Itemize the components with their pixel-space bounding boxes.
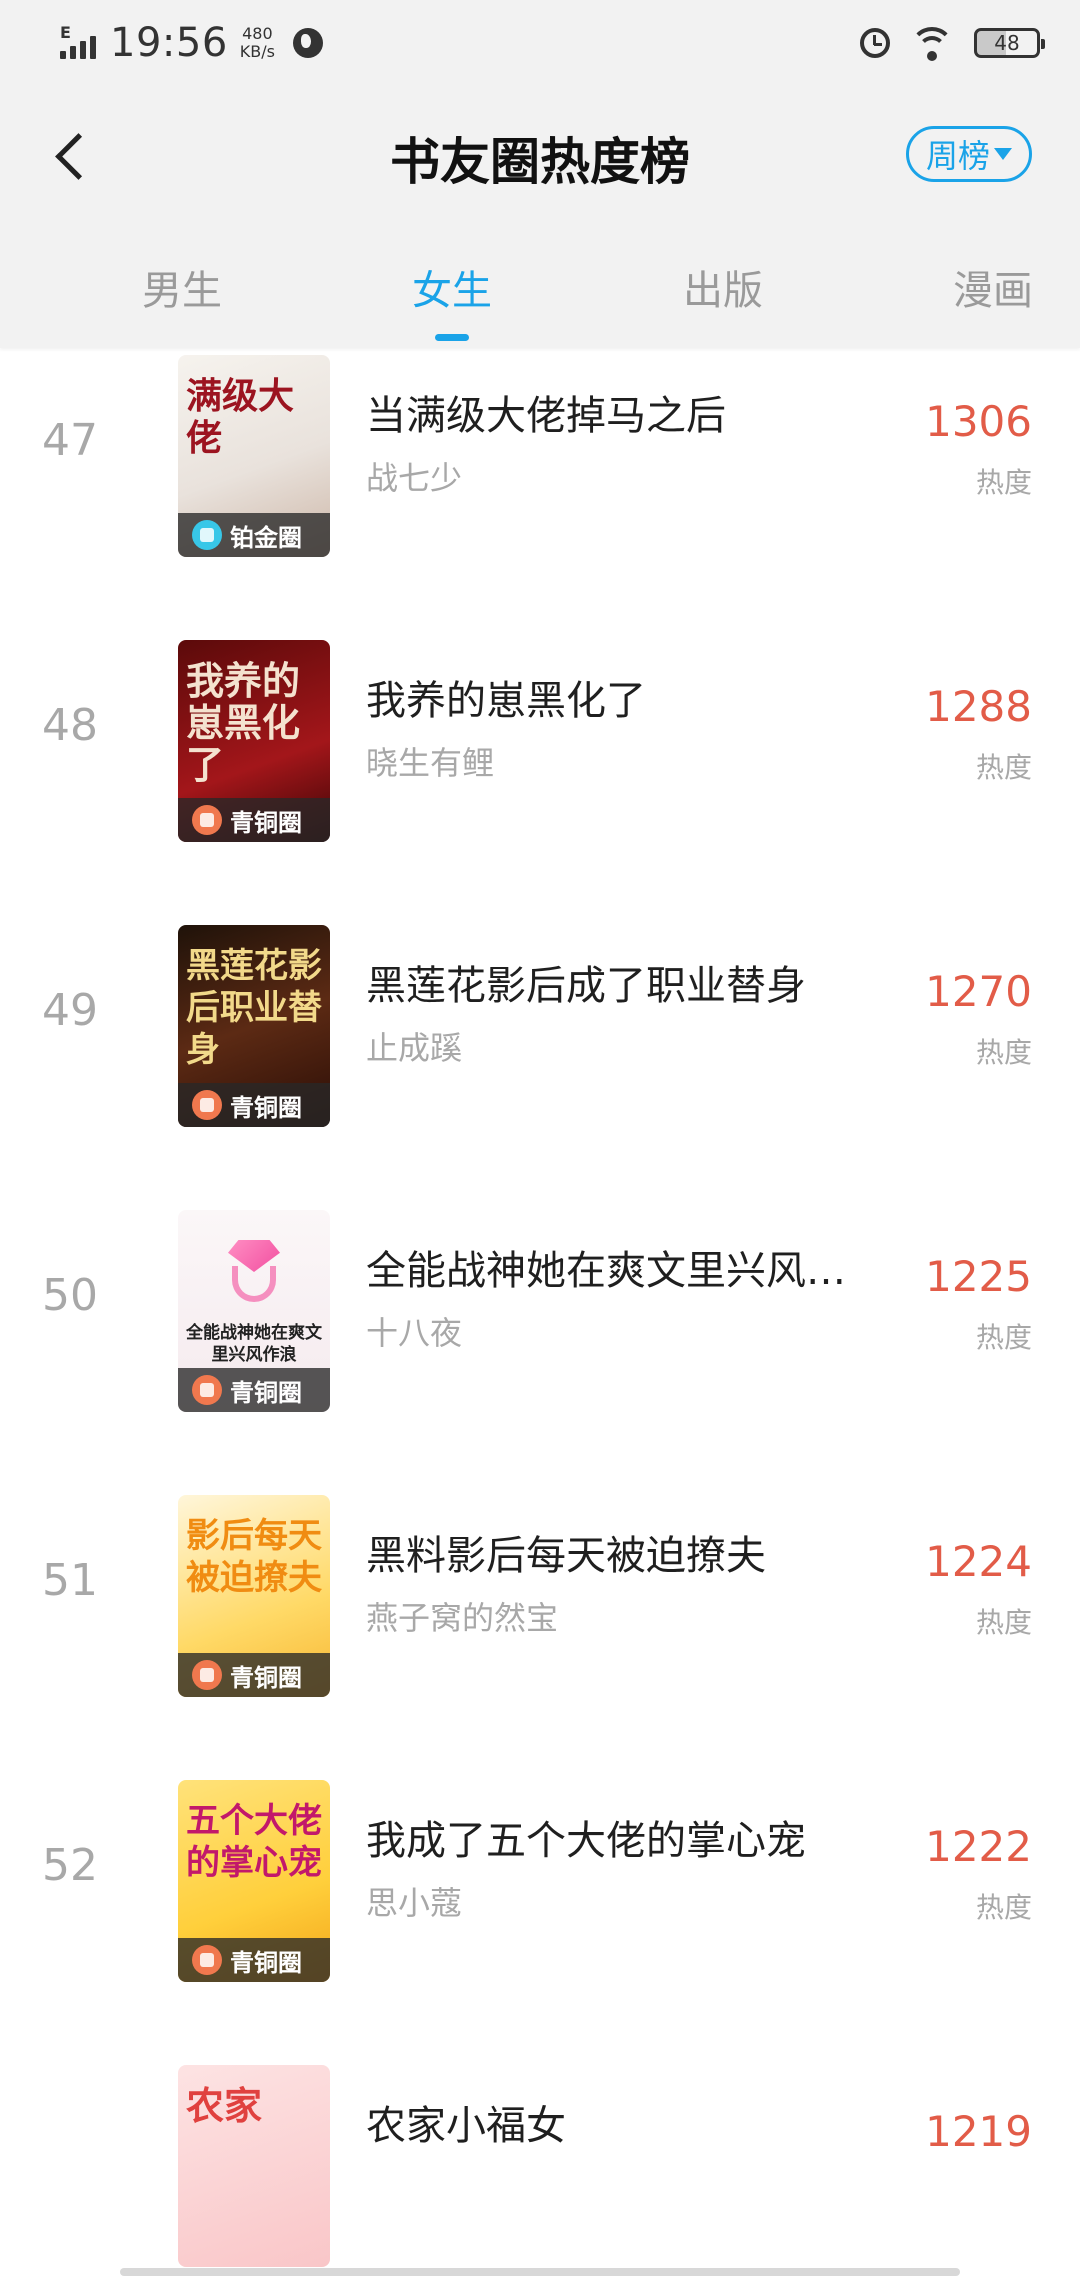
cover-title: 黑莲花影后职业替身 xyxy=(186,946,322,1070)
book-title[interactable]: 当满级大佬掉马之后 xyxy=(366,383,876,441)
heat-label: 热度 xyxy=(975,1321,1032,1354)
list-item[interactable]: 50 全能战神她在爽文里兴风作浪 青铜圈 全能战神她在爽文里兴风… 十八夜 1225 热度 xyxy=(0,1170,1080,1455)
tab-male[interactable]: 男生 xyxy=(142,258,222,316)
cover-title: 全能战神她在爽文里兴风作浪 xyxy=(186,1323,322,1365)
list-item[interactable]: 47 满级大佬 铂金圈 当满级大佬掉马之后 战七少 1306 热度 xyxy=(0,315,1080,600)
book-title[interactable]: 我成了五个大佬的掌心宠 xyxy=(366,1808,876,1866)
cover-title: 农家 xyxy=(186,2083,263,2128)
circle-badge: 铂金圈 xyxy=(178,513,330,557)
tab-female[interactable]: 女生 xyxy=(412,258,492,316)
badge-label: 铂金圈 xyxy=(230,523,302,552)
rank-number: 50 xyxy=(42,1270,98,1321)
book-title[interactable]: 我养的崽黑化了 xyxy=(366,668,876,726)
battery-level: 48 xyxy=(994,31,1020,55)
heat-label: 热度 xyxy=(975,751,1032,784)
heat-label: 热度 xyxy=(975,1036,1032,1069)
book-cover[interactable]: 五个大佬的掌心宠青铜圈 xyxy=(178,1780,330,1982)
speed-unit: KB/s xyxy=(239,42,275,61)
list-item[interactable]: 农家 农家小福女 1219 xyxy=(0,2025,1080,2280)
network-speed: 480 KB/s xyxy=(240,25,275,61)
battery-icon: 48 xyxy=(974,28,1045,58)
heat-score: 1219 xyxy=(925,2107,1032,2156)
cover-title: 满级大佬 xyxy=(186,375,295,459)
rank-number: 52 xyxy=(42,1840,98,1891)
signal-icon: E xyxy=(58,23,102,63)
circle-badge: 青铜圈 xyxy=(178,1083,330,1127)
circle-badge: 青铜圈 xyxy=(178,1653,330,1697)
book-title[interactable]: 全能战神她在爽文里兴风… xyxy=(366,1238,876,1296)
heat-score: 1306 xyxy=(925,397,1032,446)
book-author: 燕子窝的然宝 xyxy=(366,1599,559,1637)
speed-value: 480 xyxy=(242,24,273,43)
heat-label: 热度 xyxy=(975,466,1032,499)
heat-score: 1222 xyxy=(925,1822,1032,1871)
horizontal-scrollbar[interactable] xyxy=(120,2268,960,2276)
rank-number: 48 xyxy=(42,700,98,751)
tab-comics[interactable]: 漫画 xyxy=(953,258,1033,316)
book-author: 战七少 xyxy=(366,459,463,497)
circle-badge: 青铜圈 xyxy=(178,1368,330,1412)
heat-score: 1224 xyxy=(925,1537,1032,1586)
list-item[interactable]: 52 五个大佬的掌心宠 青铜圈 我成了五个大佬的掌心宠 思小蔻 1222 热度 xyxy=(0,1740,1080,2025)
diamond-ring-icon xyxy=(222,1240,286,1304)
platinum-badge-icon xyxy=(192,520,222,550)
heat-label: 热度 xyxy=(975,1606,1032,1639)
list-item[interactable]: 49 黑莲花影后职业替身 青铜圈 黑莲花影后成了职业替身 止成蹊 1270 热度 xyxy=(0,885,1080,1170)
cover-title: 影后每天被迫撩夫 xyxy=(186,1516,322,1598)
caret-down-icon xyxy=(994,148,1012,160)
heat-score: 1270 xyxy=(925,967,1032,1016)
circle-badge: 青铜圈 xyxy=(178,1938,330,1982)
clock: 19:56 xyxy=(110,20,228,66)
book-title[interactable]: 农家小福女 xyxy=(366,2093,876,2151)
book-title[interactable]: 黑料影后每天被迫撩夫 xyxy=(366,1523,876,1581)
badge-label: 青铜圈 xyxy=(230,1093,302,1122)
globe-icon xyxy=(292,28,323,58)
book-cover[interactable]: 农家 xyxy=(178,2065,330,2267)
book-cover[interactable]: 全能战神她在爽文里兴风作浪青铜圈 xyxy=(178,1210,330,1412)
badge-label: 青铜圈 xyxy=(230,808,302,837)
book-cover[interactable]: 黑莲花影后职业替身青铜圈 xyxy=(178,925,330,1127)
rank-number: 47 xyxy=(42,415,98,466)
active-tab-indicator xyxy=(435,334,469,341)
category-tabs: 男生 女生 出版 漫画 xyxy=(0,240,1080,348)
badge-label: 青铜圈 xyxy=(230,1663,302,1692)
app-header: 书友圈热度榜 周榜 xyxy=(0,90,1080,240)
book-author: 思小蔻 xyxy=(366,1884,463,1922)
circle-badge: 青铜圈 xyxy=(178,798,330,842)
badge-label: 青铜圈 xyxy=(230,1948,302,1977)
book-cover[interactable]: 影后每天被迫撩夫青铜圈 xyxy=(178,1495,330,1697)
cover-title: 五个大佬的掌心宠 xyxy=(186,1801,322,1883)
network-type: E xyxy=(60,23,71,42)
bronze-badge-icon xyxy=(192,1090,222,1120)
badge-label: 青铜圈 xyxy=(230,1378,302,1407)
tab-publishing[interactable]: 出版 xyxy=(683,258,763,316)
heat-score: 1288 xyxy=(925,682,1032,731)
book-cover[interactable]: 我养的崽黑化了青铜圈 xyxy=(178,640,330,842)
alarm-icon xyxy=(860,28,890,58)
book-author: 止成蹊 xyxy=(366,1029,463,1067)
period-label: 周榜 xyxy=(925,137,990,175)
heat-score: 1225 xyxy=(925,1252,1032,1301)
rank-number: 51 xyxy=(42,1555,98,1606)
wifi-icon xyxy=(910,25,954,61)
book-author: 十八夜 xyxy=(366,1314,463,1352)
book-cover[interactable]: 满级大佬铂金圈 xyxy=(178,355,330,557)
bronze-badge-icon xyxy=(192,805,222,835)
bronze-badge-icon xyxy=(192,1660,222,1690)
cover-title: 我养的崽黑化了 xyxy=(186,658,301,787)
list-item[interactable]: 51 影后每天被迫撩夫 青铜圈 黑料影后每天被迫撩夫 燕子窝的然宝 1224 热度 xyxy=(0,1455,1080,1740)
list-item[interactable]: 48 我养的崽黑化了 青铜圈 我养的崽黑化了 晓生有鲤 1288 热度 xyxy=(0,600,1080,885)
period-selector-button[interactable]: 周榜 xyxy=(906,126,1032,182)
book-title[interactable]: 黑莲花影后成了职业替身 xyxy=(366,953,876,1011)
bronze-badge-icon xyxy=(192,1945,222,1975)
bronze-badge-icon xyxy=(192,1375,222,1405)
status-bar: E 19:56 480 KB/s 48 xyxy=(0,0,1080,90)
book-author: 晓生有鲤 xyxy=(366,744,495,782)
rank-number: 49 xyxy=(42,985,98,1036)
heat-label: 热度 xyxy=(975,1891,1032,1924)
